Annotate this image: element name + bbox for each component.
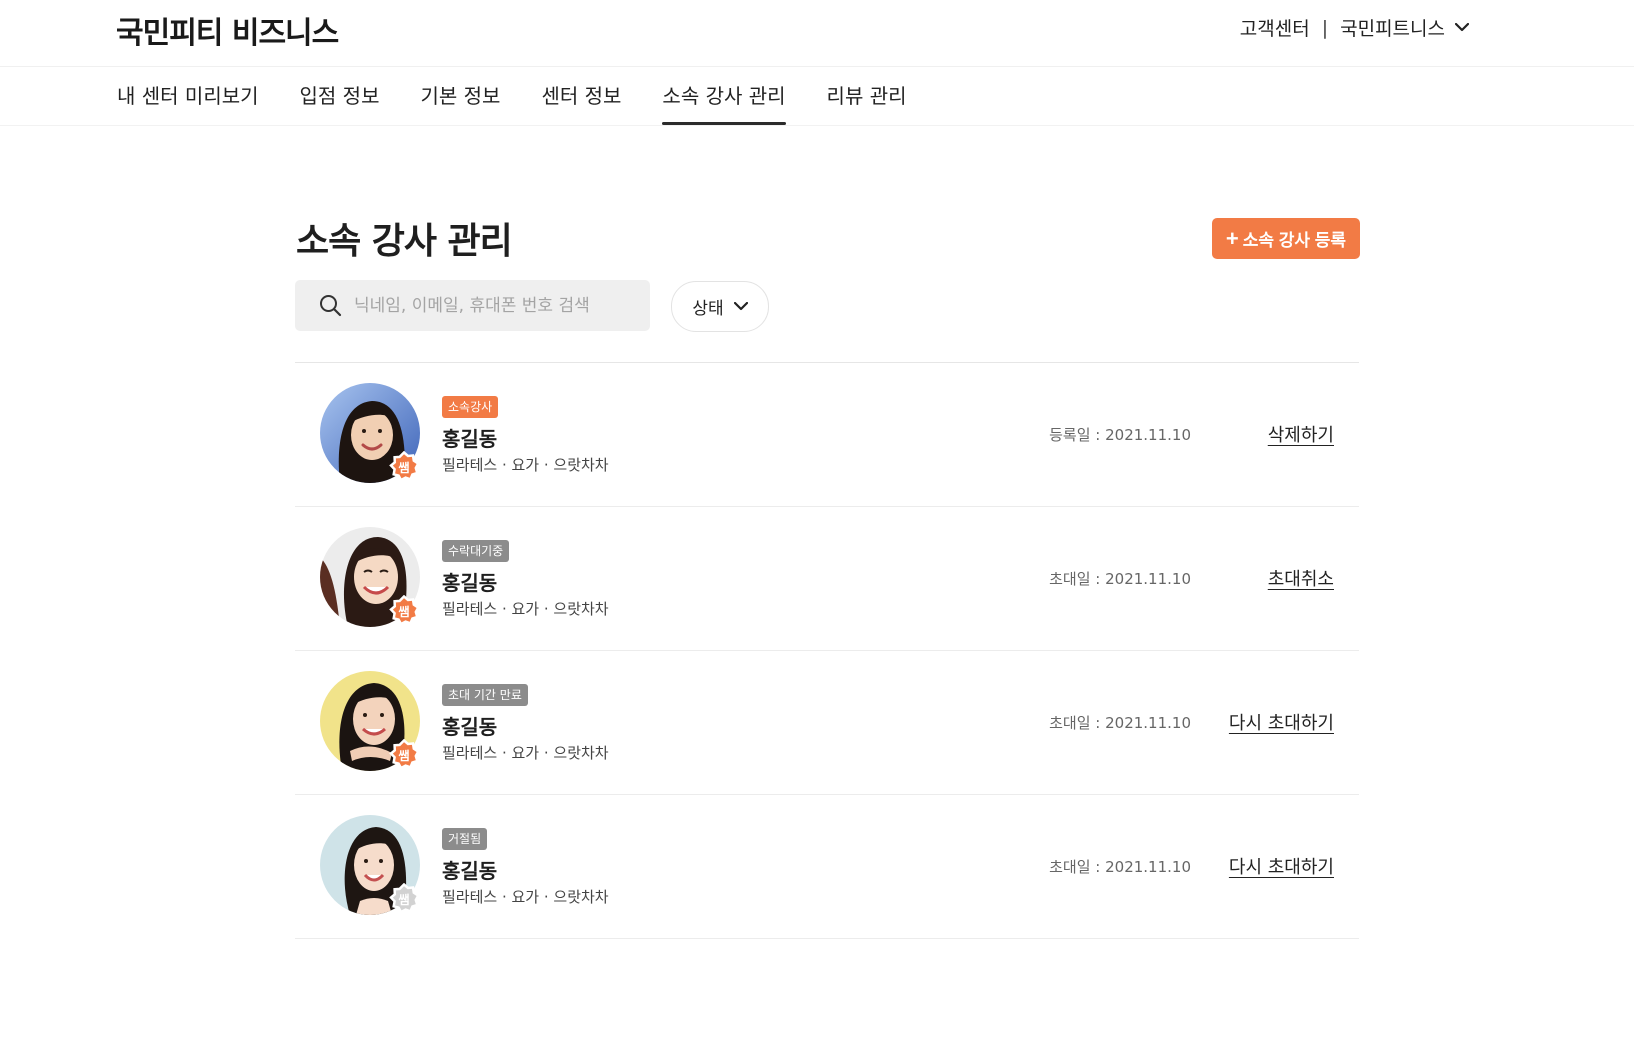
instructor-tags: 필라테스 · 요가 · 으랏차차 [442, 888, 609, 906]
main-nav: 내 센터 미리보기 입점 정보 기본 정보 센터 정보 소속 강사 관리 리뷰 … [0, 66, 1634, 126]
account-menu-label: 국민피트니스 [1340, 18, 1445, 40]
instructor-tags: 필라테스 · 요가 · 으랏차차 [442, 600, 609, 618]
reinvite-button[interactable]: 다시 초대하기 [1229, 709, 1334, 735]
list-item: 쌤 거절됨 홍길동 필라테스 · 요가 · 으랏차차 초대일 : 2021.11… [295, 795, 1359, 939]
tab-center-preview[interactable]: 내 센터 미리보기 [117, 66, 259, 125]
separator: | [1321, 16, 1329, 39]
page-title: 소속 강사 관리 [296, 221, 513, 262]
ssam-label: 쌤 [398, 604, 410, 619]
plus-icon: + [1225, 225, 1239, 251]
delete-button[interactable]: 삭제하기 [1268, 421, 1334, 447]
tab-basic-info[interactable]: 기본 정보 [420, 66, 500, 125]
status-badge: 수락대기중 [442, 540, 510, 562]
search-icon [320, 295, 342, 317]
registered-date: 등록일 : 2021.11.10 [1049, 426, 1191, 444]
ssam-badge: 쌤 [388, 450, 420, 483]
ssam-badge: 쌤 [388, 882, 420, 915]
logo[interactable]: 국민피티 비즈니스 [116, 8, 339, 52]
invited-date: 초대일 : 2021.11.10 [1049, 858, 1191, 876]
instructor-name: 홍길동 [442, 715, 498, 739]
top-header: 국민피티 비즈니스 고객센터 | 국민피트니스 [0, 0, 1634, 67]
support-link[interactable]: 고객센터 [1240, 14, 1310, 41]
ssam-badge: 쌤 [388, 738, 420, 771]
instructor-tags: 필라테스 · 요가 · 으랏차차 [442, 456, 609, 474]
tab-store-info[interactable]: 입점 정보 [300, 66, 380, 125]
ssam-label: 쌤 [398, 748, 410, 763]
tab-instructor-management[interactable]: 소속 강사 관리 [662, 66, 786, 125]
ssam-label: 쌤 [398, 460, 410, 475]
account-menu[interactable]: 국민피트니스 [1340, 14, 1469, 41]
reinvite-button[interactable]: 다시 초대하기 [1229, 853, 1334, 879]
list-item: 쌤 수락대기중 홍길동 필라테스 · 요가 · 으랏차차 초대일 : 2021.… [295, 507, 1359, 651]
chevron-down-icon [1455, 23, 1469, 32]
ssam-label: 쌤 [398, 892, 410, 907]
instructor-list: 쌤 소속강사 홍길동 필라테스 · 요가 · 으랏차차 등록일 : 2021.1… [295, 362, 1359, 939]
top-links: 고객센터 | 국민피트니스 [1240, 14, 1469, 41]
status-badge: 소속강사 [442, 396, 499, 418]
search-box [295, 280, 650, 331]
invited-date: 초대일 : 2021.11.10 [1049, 714, 1191, 732]
ssam-badge: 쌤 [388, 594, 420, 627]
status-badge: 초대 기간 만료 [442, 684, 528, 706]
status-badge: 거절됨 [442, 828, 488, 850]
instructor-name: 홍길동 [442, 427, 498, 451]
search-input[interactable] [352, 294, 636, 317]
list-item: 쌤 소속강사 홍길동 필라테스 · 요가 · 으랏차차 등록일 : 2021.1… [295, 363, 1359, 507]
add-instructor-button[interactable]: + 소속 강사 등록 [1212, 218, 1360, 259]
add-instructor-label: 소속 강사 등록 [1242, 231, 1347, 250]
tab-center-info[interactable]: 센터 정보 [541, 66, 621, 125]
invited-date: 초대일 : 2021.11.10 [1049, 570, 1191, 588]
list-item: 쌤 초대 기간 만료 홍길동 필라테스 · 요가 · 으랏차차 초대일 : 20… [295, 651, 1359, 795]
status-filter-label: 상태 [692, 299, 724, 319]
instructor-tags: 필라테스 · 요가 · 으랏차차 [442, 744, 609, 762]
instructor-name: 홍길동 [442, 571, 498, 595]
status-filter-dropdown[interactable]: 상태 [671, 281, 769, 332]
tab-review-management[interactable]: 리뷰 관리 [827, 66, 907, 125]
instructor-name: 홍길동 [442, 859, 498, 883]
chevron-down-icon [733, 302, 748, 311]
cancel-invite-button[interactable]: 초대취소 [1268, 565, 1334, 591]
